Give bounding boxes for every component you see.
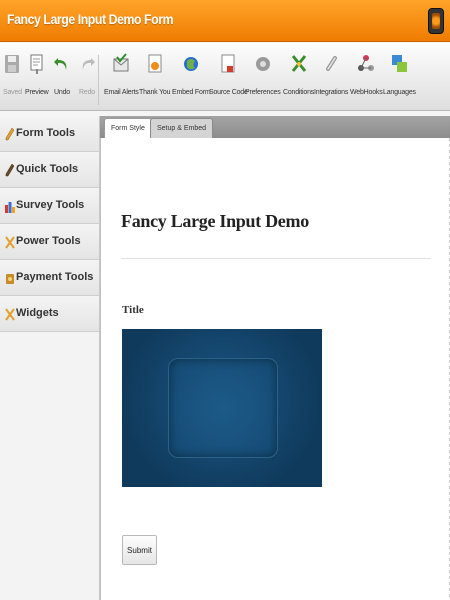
bar-chart-icon <box>5 202 15 213</box>
title-field-label[interactable]: Title <box>122 304 144 316</box>
source-code-button[interactable]: Source Code <box>209 53 248 96</box>
embed-form-icon <box>184 57 199 71</box>
email-alerts-icon <box>113 53 129 72</box>
undo-button[interactable]: Undo <box>53 53 71 96</box>
toolbar-separator <box>98 55 99 105</box>
redo-icon <box>82 58 95 70</box>
mobile-preview-icon[interactable] <box>428 8 444 34</box>
undo-icon <box>54 58 67 70</box>
embed-form-button[interactable]: Embed Form <box>172 53 211 96</box>
toolbar: Saved Preview Undo Redo Email Alerts Tha… <box>0 43 450 111</box>
sidebar-item-power-tools[interactable]: Power Tools <box>0 224 99 260</box>
save-icon <box>5 55 20 73</box>
form-canvas: Fancy Large Input Demo Title Submit <box>100 138 450 600</box>
heading-divider <box>121 258 431 259</box>
tools-icon <box>5 236 15 249</box>
languages-icon <box>392 55 408 72</box>
webhooks-icon <box>358 55 375 71</box>
tools-icon <box>5 308 15 321</box>
pencil-icon <box>5 163 15 177</box>
sidebar-item-payment-tools[interactable]: Payment Tools <box>0 260 99 296</box>
title-bar: Fancy Large Input Demo Form <box>0 0 450 42</box>
sidebar-item-form-tools[interactable]: Form Tools <box>0 116 99 152</box>
preferences-icon <box>255 57 270 71</box>
thank-you-button[interactable]: Thank You <box>139 53 170 96</box>
languages-button[interactable]: Languages <box>383 53 416 96</box>
window-title: Fancy Large Input Demo Form <box>7 11 174 27</box>
saved-button[interactable]: Saved <box>3 53 22 96</box>
fancy-input-inner[interactable] <box>168 358 278 458</box>
sidebar-item-quick-tools[interactable]: Quick Tools <box>0 152 99 188</box>
source-code-icon <box>221 54 235 73</box>
preview-button[interactable]: Preview <box>25 53 49 96</box>
preview-icon <box>30 54 43 74</box>
tab-form-style[interactable]: Form Style <box>104 118 152 138</box>
fancy-large-input-field[interactable] <box>122 329 322 487</box>
tab-bar: Form Style Setup & Embed <box>100 116 450 138</box>
money-icon <box>6 274 14 284</box>
preferences-button[interactable]: Preferences <box>245 53 281 96</box>
sidebar-item-survey-tools[interactable]: Survey Tools <box>0 188 99 224</box>
sidebar: Form Tools Quick Tools Survey Tools Powe… <box>0 116 100 600</box>
conditions-icon <box>291 55 306 72</box>
email-alerts-button[interactable]: Email Alerts <box>104 53 139 96</box>
sidebar-item-widgets[interactable]: Widgets <box>0 296 99 332</box>
redo-button[interactable]: Redo <box>78 53 96 96</box>
integrations-button[interactable]: Integrations <box>314 53 348 96</box>
form-heading[interactable]: Fancy Large Input Demo <box>121 211 309 232</box>
submit-button[interactable]: Submit <box>122 535 157 565</box>
conditions-button[interactable]: Conditions <box>283 53 314 96</box>
tab-setup-embed[interactable]: Setup & Embed <box>150 118 214 138</box>
integrations-icon <box>326 56 338 71</box>
webhooks-button[interactable]: WebHooks <box>350 53 383 96</box>
pencil-icon <box>5 127 15 141</box>
thank-you-icon <box>148 54 162 73</box>
